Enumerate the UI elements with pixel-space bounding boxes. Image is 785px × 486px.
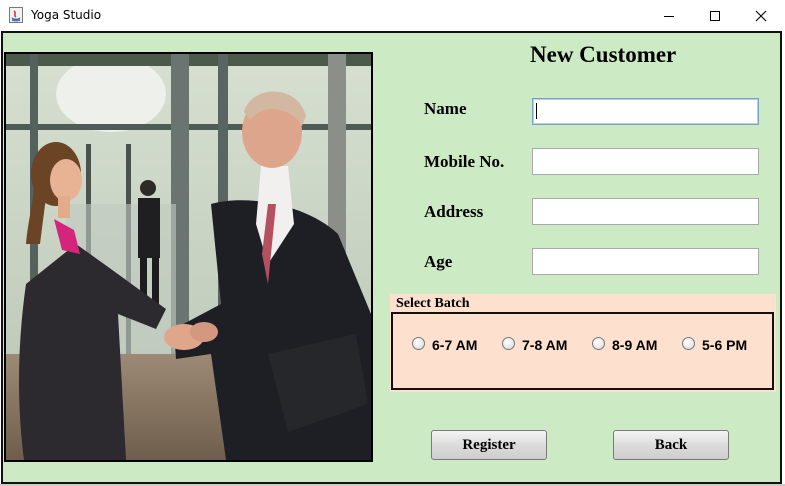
radio-batch-6-7am[interactable] bbox=[412, 337, 425, 350]
batch-title: Select Batch bbox=[396, 296, 470, 311]
name-field[interactable] bbox=[532, 98, 759, 125]
maximize-icon bbox=[710, 10, 720, 21]
form-heading: New Customer bbox=[530, 42, 677, 67]
radio-batch-5-6pm[interactable] bbox=[682, 337, 695, 350]
radio-label-8-9am[interactable]: 8-9 AM bbox=[612, 337, 657, 353]
radio-batch-7-8am[interactable] bbox=[502, 337, 515, 350]
address-field[interactable] bbox=[532, 198, 759, 225]
maximize-button[interactable] bbox=[692, 0, 738, 31]
minimize-icon bbox=[664, 15, 674, 17]
window-title: Yoga Studio bbox=[31, 8, 102, 22]
close-icon bbox=[755, 10, 767, 21]
close-button[interactable] bbox=[738, 0, 784, 31]
minimize-button[interactable] bbox=[646, 0, 692, 31]
java-app-icon bbox=[9, 7, 23, 23]
register-button[interactable]: Register bbox=[431, 430, 547, 460]
address-label: Address bbox=[424, 202, 484, 221]
radio-label-6-7am[interactable]: 6-7 AM bbox=[432, 337, 477, 353]
name-label: Name bbox=[424, 99, 467, 118]
age-field[interactable] bbox=[532, 248, 759, 275]
radio-batch-8-9am[interactable] bbox=[592, 337, 605, 350]
radio-label-5-6pm[interactable]: 5-6 PM bbox=[702, 337, 747, 353]
mobile-field[interactable] bbox=[532, 148, 759, 175]
mobile-label: Mobile No. bbox=[424, 152, 505, 171]
window-titlebar[interactable]: Yoga Studio bbox=[0, 0, 785, 31]
radio-label-7-8am[interactable]: 7-8 AM bbox=[522, 337, 567, 353]
back-button[interactable]: Back bbox=[613, 430, 729, 460]
age-label: Age bbox=[424, 252, 453, 271]
handshake-illustration bbox=[6, 54, 371, 460]
text-caret bbox=[536, 103, 537, 119]
business-handshake-photo bbox=[4, 52, 373, 462]
